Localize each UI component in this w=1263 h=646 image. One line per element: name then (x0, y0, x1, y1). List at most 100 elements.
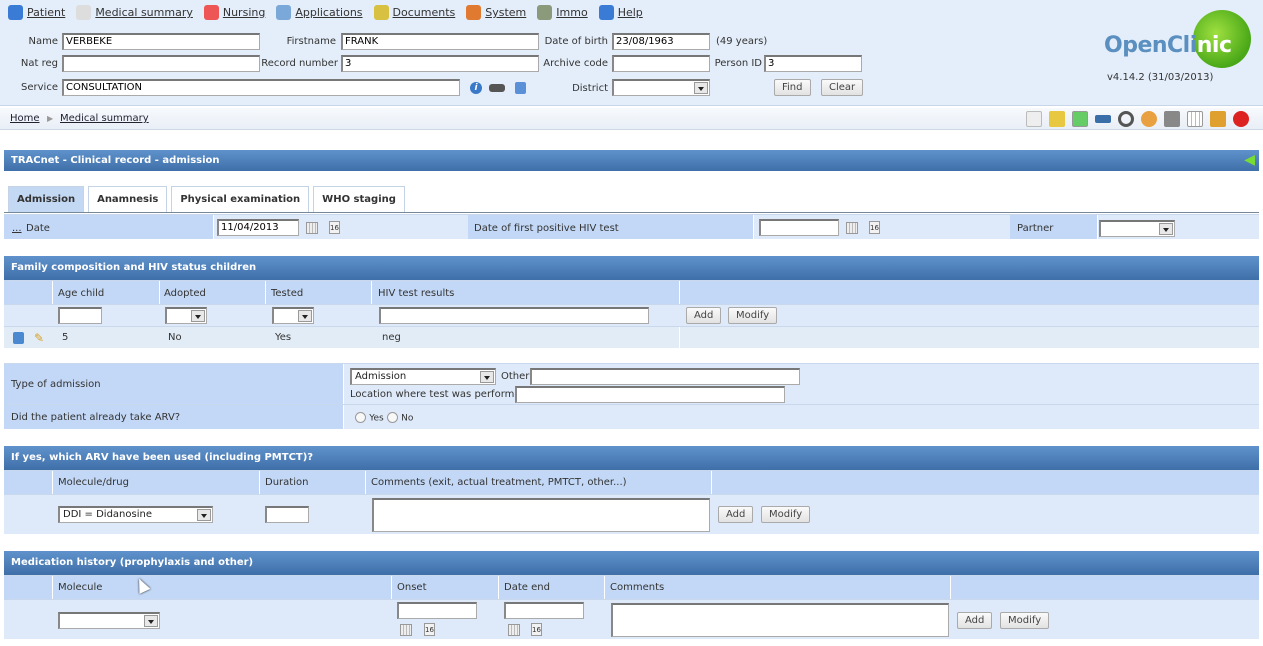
logout-icon[interactable] (1233, 111, 1249, 127)
applications-icon (276, 5, 292, 20)
location-label: Location where test was performed (350, 389, 527, 400)
molecule-select[interactable] (58, 612, 160, 629)
menu-item-applications[interactable]: Applications (276, 5, 363, 20)
hiv-test-date-label: Date of first positive HIV test (474, 223, 619, 234)
bed-icon[interactable] (1095, 115, 1111, 123)
arv-question-label: Did the patient already take ARV? (11, 412, 181, 423)
tested-select[interactable] (272, 307, 314, 324)
family-header-row: Age child Adopted Tested HIV test result… (4, 280, 1259, 304)
system-icon (466, 5, 482, 20)
menu-item-nursing[interactable]: Nursing (203, 5, 266, 20)
tab-who-staging[interactable]: WHO staging (313, 186, 405, 213)
calendar-icon[interactable] (400, 624, 412, 636)
clear-button[interactable]: Clear (821, 79, 864, 96)
binoculars-icon[interactable] (489, 84, 505, 92)
user-icon[interactable] (1141, 111, 1157, 127)
name-field[interactable]: VERBEKE (62, 33, 260, 50)
duration-field[interactable] (265, 506, 309, 523)
family-modify-button[interactable]: Modify (728, 307, 778, 324)
meal-icon[interactable] (1118, 111, 1134, 127)
edit-icon[interactable] (1049, 111, 1065, 127)
calendar-icon[interactable] (846, 222, 858, 234)
menu-item-label: Nursing (222, 6, 266, 19)
arv-no-label: No (401, 413, 414, 424)
calendar-icon[interactable] (508, 624, 520, 636)
onset-field[interactable] (397, 602, 477, 619)
type-admission-select[interactable]: Admission (350, 368, 496, 385)
menu-item-patient[interactable]: Patient (8, 5, 65, 20)
tab-physical-examination[interactable]: Physical examination (171, 186, 310, 213)
archive-code-field[interactable] (612, 55, 710, 72)
record-number-field[interactable]: 3 (341, 55, 539, 72)
dob-field[interactable]: 23/08/1963 (612, 33, 710, 50)
menu-item-label: Patient (27, 6, 66, 19)
dob-label: Date of birth (544, 36, 608, 47)
arv-header-row: Molecule/drug Duration Comments (exit, a… (4, 470, 1259, 494)
menu-item-label: Applications (295, 6, 363, 19)
chevron-down-icon (1159, 223, 1173, 235)
back-arrow-icon[interactable]: ◀ (1244, 153, 1255, 167)
today-icon[interactable]: 16 (329, 221, 340, 234)
location-field[interactable] (515, 386, 785, 403)
medhist-comments-textarea[interactable] (611, 603, 949, 637)
more-link[interactable]: ... (12, 223, 22, 234)
menu-item-help[interactable]: Help (598, 5, 643, 20)
version-text: v4.14.2 (31/03/2013) (1107, 72, 1214, 83)
fingerprint-icon[interactable] (1210, 111, 1226, 127)
district-label: District (572, 83, 608, 94)
breadcrumb-medical-summary[interactable]: Medical summary (60, 113, 149, 124)
arv-no-radio[interactable] (386, 412, 398, 423)
natreg-field[interactable] (62, 55, 260, 72)
arv-add-button[interactable]: Add (718, 506, 754, 523)
find-button[interactable]: Find (774, 79, 811, 96)
district-select[interactable] (612, 79, 710, 96)
breadcrumb-home[interactable]: Home (10, 113, 40, 124)
other-field[interactable] (530, 368, 800, 385)
date-end-field[interactable] (504, 602, 584, 619)
date-field[interactable]: 11/04/2013 (217, 219, 299, 236)
tab-admission[interactable]: Admission (8, 186, 85, 213)
tab-anamnesis[interactable]: Anamnesis (88, 186, 168, 213)
partner-label: Partner (1017, 223, 1054, 234)
family-input-row: Add Modify (4, 304, 1259, 326)
menu-item-system[interactable]: System (466, 5, 526, 20)
age-child-field[interactable] (58, 307, 102, 324)
hiv-results-field[interactable] (379, 307, 649, 324)
arv-radio-group: Yes No (355, 412, 413, 424)
firstname-field[interactable]: FRANK (341, 33, 539, 50)
arv-modify-button[interactable]: Modify (761, 506, 811, 523)
date-label: Date (26, 223, 50, 234)
adopted-select[interactable] (165, 307, 207, 324)
calendar-icon[interactable] (306, 222, 318, 234)
arv-row: Did the patient already take ARV? Yes No (4, 404, 1259, 429)
service-field[interactable]: CONSULTATION (62, 79, 460, 96)
chevron-down-icon (694, 82, 708, 94)
menu-item-documents[interactable]: Documents (373, 5, 455, 20)
arv-yes-radio[interactable] (355, 412, 366, 423)
arv-input-row: DDI = Didanosine Add Modify (4, 494, 1259, 534)
document-icon[interactable] (1026, 111, 1042, 127)
delete-icon[interactable] (515, 82, 526, 94)
hiv-test-date-field[interactable] (759, 219, 839, 236)
menu-item-immo[interactable]: Immo (537, 5, 588, 20)
calendar-grid-icon[interactable] (1187, 111, 1203, 127)
patient-card-icon[interactable] (1072, 111, 1088, 127)
menu-item-medical-summary[interactable]: Medical summary (76, 5, 193, 20)
family-section-header: Family composition and HIV status childr… (4, 256, 1259, 280)
info-icon[interactable]: i (470, 82, 482, 94)
today-icon[interactable]: 16 (424, 623, 435, 636)
today-icon[interactable]: 16 (869, 221, 880, 234)
firstname-label: Firstname (286, 36, 336, 47)
medhist-modify-button[interactable]: Modify (1000, 612, 1050, 629)
arv-comments-textarea[interactable] (372, 498, 710, 532)
medhist-add-button[interactable]: Add (957, 612, 993, 629)
medhist-header-row: Molecule Onset Date end Comments (4, 575, 1259, 599)
partner-select[interactable] (1099, 220, 1175, 237)
family-add-button[interactable]: Add (686, 307, 722, 324)
family-data-row: ✎ 5 No Yes neg (4, 326, 1259, 348)
molecule-drug-select[interactable]: DDI = Didanosine (58, 506, 213, 523)
menu-item-label: System (485, 6, 527, 19)
print-icon[interactable] (1164, 111, 1180, 127)
person-id-field[interactable]: 3 (764, 55, 862, 72)
today-icon[interactable]: 16 (531, 623, 542, 636)
